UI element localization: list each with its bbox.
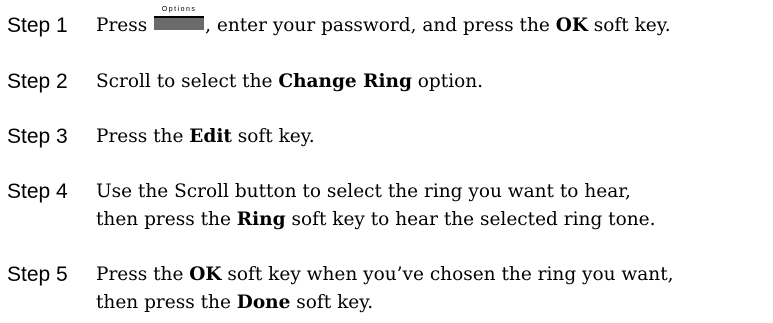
step-label: Step 4: [7, 180, 68, 203]
step-text: Press the OK soft key when you’ve chosen…: [96, 264, 674, 313]
step-label: Step 1: [7, 14, 68, 37]
step-text: Press Options, enter your password, and …: [96, 6, 671, 36]
step-label: Step 5: [7, 263, 68, 286]
step-label: Step 2: [7, 70, 68, 93]
step-text: Press the Edit soft key.: [96, 126, 315, 147]
step-label: Step 3: [7, 125, 68, 148]
step-text: Scroll to select the Change Ring option.: [96, 71, 484, 92]
options-key-icon: Options: [154, 6, 205, 30]
options-key-caption: Options: [161, 6, 197, 13]
step-text: Use the Scroll button to select the ring…: [96, 181, 656, 230]
